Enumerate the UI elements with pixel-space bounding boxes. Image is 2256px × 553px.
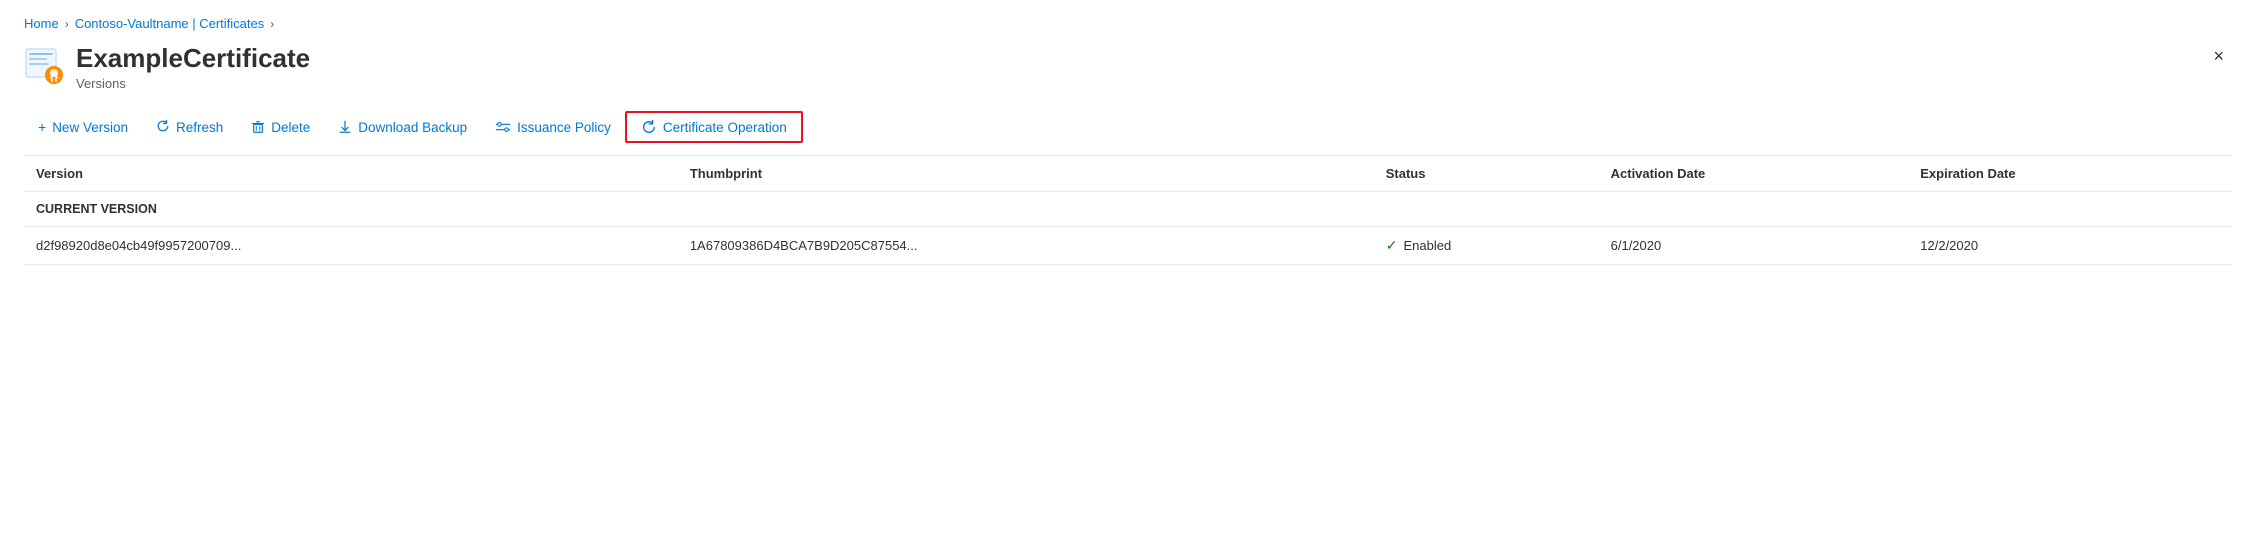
title-block: ExampleCertificate Versions [24,43,310,91]
delete-label: Delete [271,120,310,135]
header-row: ExampleCertificate Versions × [0,39,2256,91]
breadcrumb-home[interactable]: Home [24,16,59,31]
check-icon: ✓ [1386,237,1398,254]
breadcrumb-sep-1: › [65,17,69,31]
issuance-policy-label: Issuance Policy [517,120,611,135]
section-header-label: CURRENT VERSION [24,192,2232,227]
cell-version: d2f98920d8e04cb49f9957200709... [24,227,690,265]
title-text: ExampleCertificate Versions [76,43,310,91]
refresh-icon [156,119,170,136]
cell-expiration-date: 12/2/2020 [1920,227,2232,265]
col-activation-date: Activation Date [1611,156,1921,192]
table-container: Version Thumbprint Status Activation Dat… [0,156,2256,265]
plus-icon: + [38,119,46,135]
download-icon [338,120,352,134]
new-version-label: New Version [52,120,128,135]
certificate-operation-button[interactable]: Certificate Operation [625,111,803,143]
toolbar: + New Version Refresh Delete [0,99,2256,143]
section-header-row: CURRENT VERSION [24,192,2232,227]
issuance-policy-icon [495,120,511,134]
cell-status: ✓ Enabled [1386,227,1611,265]
col-status: Status [1386,156,1611,192]
close-button[interactable]: × [2205,43,2232,69]
refresh-button[interactable]: Refresh [142,113,237,142]
delete-button[interactable]: Delete [237,114,324,141]
col-expiration-date: Expiration Date [1920,156,2232,192]
refresh-label: Refresh [176,120,223,135]
status-text: Enabled [1403,238,1451,253]
table-header-row: Version Thumbprint Status Activation Dat… [24,156,2232,192]
delete-icon [251,120,265,134]
cert-operation-icon [641,119,657,135]
page-title: ExampleCertificate [76,43,310,74]
table-row[interactable]: d2f98920d8e04cb49f9957200709... 1A678093… [24,227,2232,265]
page-subtitle: Versions [76,76,310,91]
issuance-policy-button[interactable]: Issuance Policy [481,114,625,141]
breadcrumb: Home › Contoso-Vaultname | Certificates … [0,0,2256,39]
cell-thumbprint: 1A67809386D4BCA7B9D205C87554... [690,227,1386,265]
breadcrumb-vaultname[interactable]: Contoso-Vaultname | Certificates [75,16,265,31]
certificate-operation-label: Certificate Operation [663,120,787,135]
download-backup-button[interactable]: Download Backup [324,114,481,141]
new-version-button[interactable]: + New Version [24,113,142,141]
download-backup-label: Download Backup [358,120,467,135]
col-thumbprint: Thumbprint [690,156,1386,192]
col-version: Version [24,156,690,192]
cell-activation-date: 6/1/2020 [1611,227,1921,265]
certificate-icon [24,45,64,85]
versions-table: Version Thumbprint Status Activation Dat… [24,156,2232,265]
breadcrumb-sep-2: › [270,17,274,31]
